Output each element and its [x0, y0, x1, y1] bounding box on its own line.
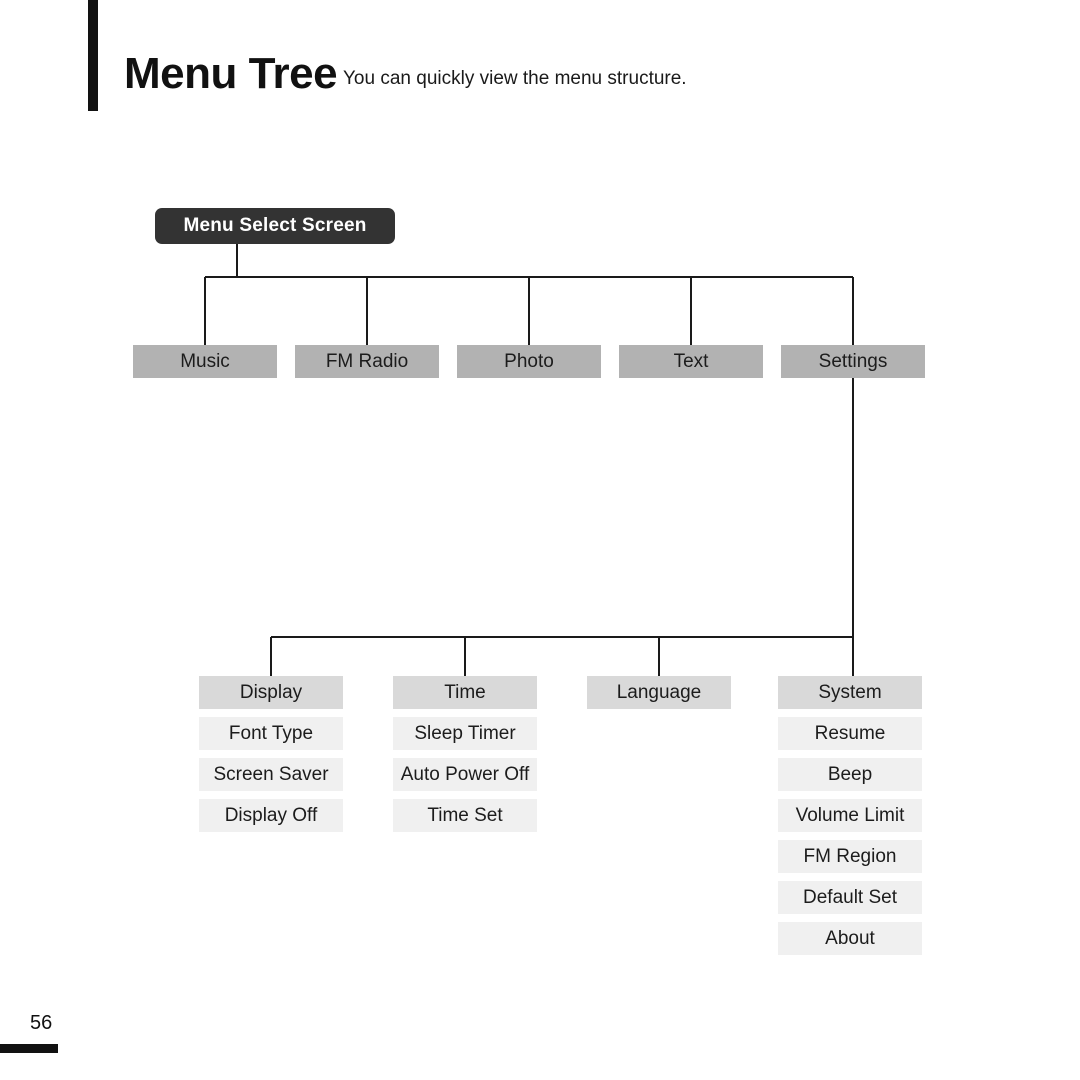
group-item-auto-power-off[interactable]: Auto Power Off: [393, 758, 537, 791]
node-text[interactable]: Text: [619, 345, 763, 378]
group-item-resume[interactable]: Resume: [778, 717, 922, 750]
group-item-sleep-timer[interactable]: Sleep Timer: [393, 717, 537, 750]
tree-connector-lines: [203, 244, 855, 676]
group-item-beep[interactable]: Beep: [778, 758, 922, 791]
node-menu-select-screen[interactable]: Menu Select Screen: [155, 208, 395, 244]
group-item-default-set[interactable]: Default Set: [778, 881, 922, 914]
menu-tree-diagram: Menu Select Screen Music FM Radio Photo …: [0, 0, 1080, 1080]
group-item-fm-region[interactable]: FM Region: [778, 840, 922, 873]
group-item-volume-limit[interactable]: Volume Limit: [778, 799, 922, 832]
group-item-display-off[interactable]: Display Off: [199, 799, 343, 832]
group-item-font-type[interactable]: Font Type: [199, 717, 343, 750]
group-head-display[interactable]: Display: [199, 676, 343, 709]
node-music[interactable]: Music: [133, 345, 277, 378]
node-fm-radio[interactable]: FM Radio: [295, 345, 439, 378]
group-head-language[interactable]: Language: [587, 676, 731, 709]
node-photo[interactable]: Photo: [457, 345, 601, 378]
footer-accent-rule: [0, 1044, 58, 1053]
group-item-screen-saver[interactable]: Screen Saver: [199, 758, 343, 791]
group-head-time[interactable]: Time: [393, 676, 537, 709]
node-settings[interactable]: Settings: [781, 345, 925, 378]
page-number: 56: [30, 1012, 53, 1034]
group-item-about[interactable]: About: [778, 922, 922, 955]
group-item-time-set[interactable]: Time Set: [393, 799, 537, 832]
group-head-system[interactable]: System: [778, 676, 922, 709]
